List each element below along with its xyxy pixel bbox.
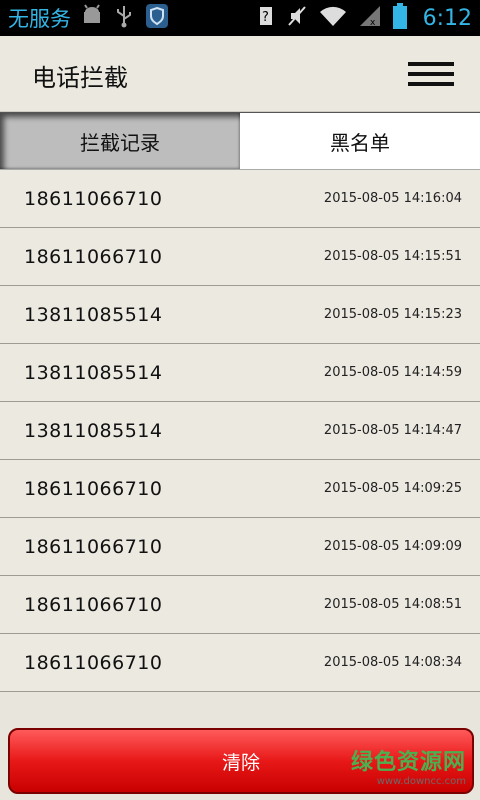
cellular-icon: x [359, 5, 381, 31]
tab-intercept-records[interactable]: 拦截记录 [0, 113, 240, 169]
list-item[interactable]: 18611066710 2015-08-05 14:08:34 [0, 634, 480, 692]
tab-blacklist[interactable]: 黑名单 [240, 113, 480, 169]
list-item[interactable]: 18611066710 2015-08-05 14:16:04 [0, 170, 480, 228]
shield-app-icon [145, 3, 169, 33]
timestamp: 2015-08-05 14:08:51 [323, 597, 462, 612]
phone-number: 18611066710 [24, 651, 163, 674]
status-time: 6:12 [422, 5, 472, 31]
phone-number: 18611066710 [24, 593, 163, 616]
list-item[interactable]: 18611066710 2015-08-05 14:09:25 [0, 460, 480, 518]
signal-unknown-icon: ? [257, 4, 275, 32]
wifi-icon [319, 5, 347, 31]
phone-number: 13811085514 [24, 361, 163, 384]
clear-button[interactable]: 清除 [8, 728, 474, 794]
timestamp: 2015-08-05 14:08:34 [323, 655, 462, 670]
list-item[interactable]: 13811085514 2015-08-05 14:14:59 [0, 344, 480, 402]
timestamp: 2015-08-05 14:09:09 [323, 539, 462, 554]
timestamp: 2015-08-05 14:15:23 [323, 307, 462, 322]
list-item[interactable]: 18611066710 2015-08-05 14:15:51 [0, 228, 480, 286]
svg-text:x: x [370, 18, 376, 27]
status-bar: 无服务 ? x 6:12 [0, 0, 480, 36]
mute-icon [287, 4, 307, 32]
phone-number: 18611066710 [24, 477, 163, 500]
timestamp: 2015-08-05 14:16:04 [323, 191, 462, 206]
timestamp: 2015-08-05 14:15:51 [323, 249, 462, 264]
phone-number: 18611066710 [24, 187, 163, 210]
android-debug-icon [81, 4, 103, 32]
timestamp: 2015-08-05 14:09:25 [323, 481, 462, 496]
app-header: 电话拦截 [0, 36, 480, 112]
list-item[interactable]: 18611066710 2015-08-05 14:08:51 [0, 576, 480, 634]
timestamp: 2015-08-05 14:14:59 [323, 365, 462, 380]
list-item[interactable]: 13811085514 2015-08-05 14:14:47 [0, 402, 480, 460]
phone-number: 18611066710 [24, 535, 163, 558]
battery-icon [392, 3, 407, 33]
phone-number: 18611066710 [24, 245, 163, 268]
record-list: 18611066710 2015-08-05 14:16:04 18611066… [0, 170, 480, 692]
page-title: 电话拦截 [32, 64, 128, 92]
tab-bar: 拦截记录 黑名单 [0, 112, 480, 170]
list-item[interactable]: 13811085514 2015-08-05 14:15:23 [0, 286, 480, 344]
phone-number: 13811085514 [24, 303, 163, 326]
svg-text:?: ? [262, 10, 269, 25]
list-item[interactable]: 18611066710 2015-08-05 14:09:09 [0, 518, 480, 576]
usb-icon [115, 4, 133, 32]
phone-number: 13811085514 [24, 419, 163, 442]
carrier-label: 无服务 [8, 7, 71, 31]
menu-icon[interactable] [408, 62, 454, 88]
timestamp: 2015-08-05 14:14:47 [323, 423, 462, 438]
